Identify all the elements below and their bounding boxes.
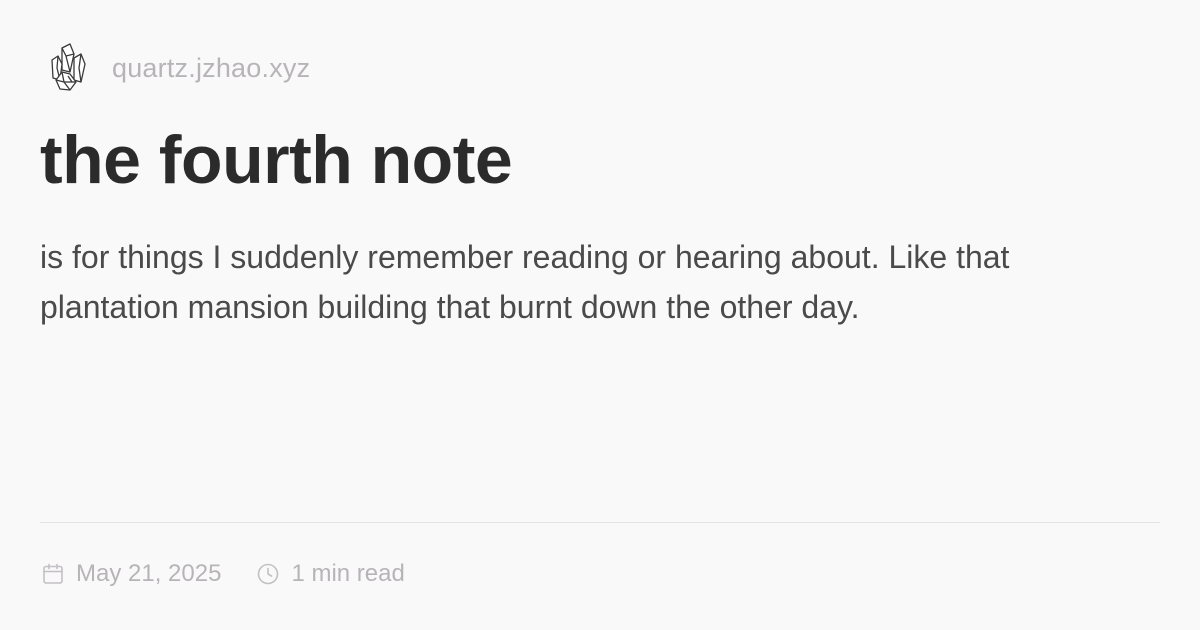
divider xyxy=(40,522,1160,523)
note-title: the fourth note xyxy=(40,122,513,198)
reading-time: 1 min read xyxy=(291,560,405,587)
date-meta: May 21, 2025 xyxy=(40,560,221,588)
note-meta: May 21, 2025 1 min read xyxy=(40,555,439,593)
clock-icon xyxy=(255,561,281,587)
publish-date: May 21, 2025 xyxy=(76,560,222,587)
note-description: is for things I suddenly remember readin… xyxy=(40,239,1010,325)
crystal-icon xyxy=(40,40,96,96)
site-name[interactable]: quartz.jzhao.xyz xyxy=(112,53,310,84)
reading-time-meta: 1 min read xyxy=(255,560,405,588)
og-card: quartz.jzhao.xyz the fourth note is for … xyxy=(0,0,1200,630)
calendar-icon xyxy=(40,561,66,587)
site-header: quartz.jzhao.xyz xyxy=(40,40,310,96)
